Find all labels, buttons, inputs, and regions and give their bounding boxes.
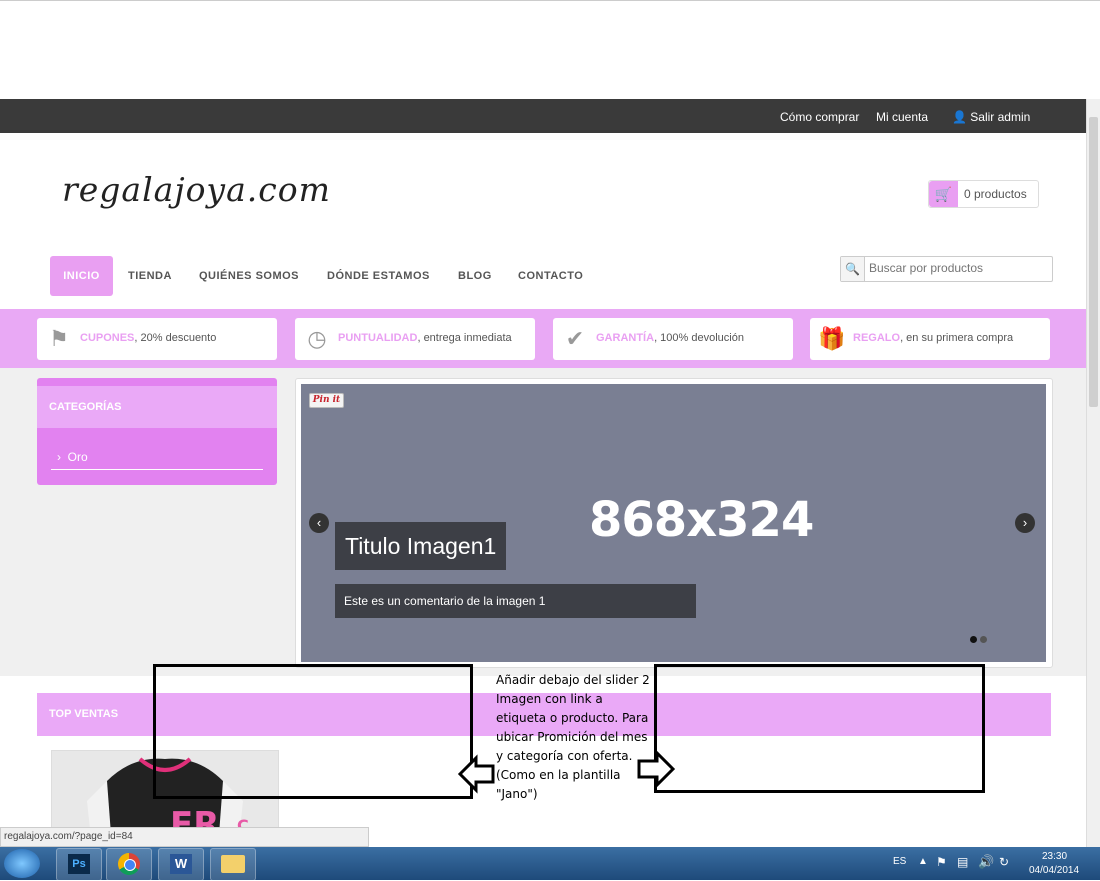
- chrome-icon: [118, 853, 140, 875]
- language-indicator[interactable]: ES: [893, 856, 906, 867]
- annotation-box-right: [654, 664, 985, 793]
- annotation-note: Añadir debajo del slider 2 Imagen con li…: [496, 673, 650, 801]
- tag-icon: ⚑: [49, 326, 69, 351]
- cart-icon: 🛒: [929, 181, 958, 207]
- explorer-taskbar-icon[interactable]: [210, 848, 256, 881]
- logout-link[interactable]: 👤 Salir admin: [952, 110, 1030, 124]
- search-box: 🔍: [840, 256, 1053, 282]
- promo-text: , 100% devolución: [654, 332, 744, 344]
- promo-cupones: ⚑ CUPONES, 20% descuento: [37, 318, 277, 360]
- search-icon[interactable]: 🔍: [841, 257, 865, 281]
- nav-tienda[interactable]: TIENDA: [128, 256, 172, 296]
- promo-highlight: GARANTÍA: [596, 332, 655, 344]
- word-icon: W: [170, 854, 192, 874]
- action-center-icon[interactable]: ⚑: [936, 855, 947, 869]
- categories-title: CATEGORÍAS: [49, 401, 122, 413]
- pin-it-button[interactable]: Pin it: [309, 393, 344, 408]
- promo-text: , en su primera compra: [900, 332, 1014, 344]
- how-to-buy-link[interactable]: Cómo comprar: [780, 110, 859, 124]
- cart-label: 0 productos: [964, 187, 1027, 201]
- nav-contacto[interactable]: CONTACTO: [518, 256, 583, 296]
- promo-text: , entrega inmediata: [417, 332, 512, 344]
- arrow-left-icon: [458, 754, 495, 794]
- image-slider[interactable]: Pin it 868x324 ‹ › Titulo Imagen1 Este e…: [301, 384, 1046, 662]
- my-account-link[interactable]: Mi cuenta: [876, 110, 928, 124]
- browser-top-area: [0, 0, 1100, 100]
- nav-quienes-somos[interactable]: QUIÉNES SOMOS: [199, 256, 299, 296]
- promo-highlight: PUNTUALIDAD: [338, 332, 418, 344]
- divider: [51, 469, 263, 470]
- start-button[interactable]: [4, 849, 40, 878]
- scrollbar[interactable]: [1086, 99, 1100, 847]
- slide-caption-title: Titulo Imagen1: [335, 522, 507, 570]
- category-item-oro[interactable]: › Oro: [57, 450, 88, 464]
- nav-inicio[interactable]: INICIO: [50, 256, 113, 296]
- cart-button[interactable]: 🛒 0 productos: [928, 180, 1039, 208]
- gift-icon: 🎁: [818, 326, 846, 351]
- annotation-box-left: [153, 664, 473, 799]
- clock-date[interactable]: 04/04/2014: [1029, 865, 1079, 876]
- sync-icon[interactable]: ↻: [999, 855, 1009, 869]
- top-bar: Cómo comprar Mi cuenta 👤 Salir admin: [0, 99, 1086, 133]
- checkmark-icon: ✔: [565, 326, 585, 351]
- status-bar-url: regalajoya.com/?page_id=84: [0, 827, 369, 847]
- logout-label: Salir admin: [970, 110, 1031, 124]
- promo-garantia: ✔ GARANTÍA, 100% devolución: [553, 318, 793, 360]
- photoshop-icon: Ps: [68, 854, 90, 874]
- photoshop-taskbar-icon[interactable]: Ps: [56, 848, 102, 881]
- chrome-taskbar-icon[interactable]: [106, 848, 152, 881]
- promo-highlight: REGALO: [853, 332, 901, 344]
- folder-icon: [221, 855, 245, 873]
- site-logo[interactable]: regalajoya.com: [62, 170, 331, 209]
- search-input[interactable]: [865, 257, 1053, 279]
- slider-dot-active[interactable]: [970, 636, 977, 643]
- slider-prev-icon[interactable]: ‹: [309, 513, 329, 533]
- promo-regalo: 🎁 REGALO, en su primera compra: [810, 318, 1050, 360]
- category-label: Oro: [67, 450, 88, 464]
- top-sales-title: TOP VENTAS: [49, 708, 119, 720]
- promo-puntualidad: ◷ PUNTUALIDAD, entrega inmediata: [295, 318, 535, 360]
- chevron-right-icon: ›: [57, 450, 61, 464]
- clock-icon: ◷: [307, 326, 327, 351]
- nav-donde-estamos[interactable]: DÓNDE ESTAMOS: [327, 256, 430, 296]
- slide-placeholder-size: 868x324: [589, 492, 814, 548]
- categories-panel: CATEGORÍAS › Oro: [37, 378, 277, 485]
- promo-highlight: CUPONES: [80, 332, 135, 344]
- slide-caption-text: Este es un comentario de la imagen 1: [335, 584, 696, 618]
- slider-dot[interactable]: [980, 636, 987, 643]
- clock-time[interactable]: 23:30: [1042, 851, 1067, 862]
- taskbar: Ps W ES ▲ ⚑ ▤ 🔊 ↻ 23:30 04/04/2014: [0, 847, 1100, 881]
- word-taskbar-icon[interactable]: W: [158, 848, 204, 881]
- nav-blog[interactable]: BLOG: [458, 256, 492, 296]
- user-icon: 👤: [952, 110, 967, 124]
- scrollbar-thumb[interactable]: [1089, 117, 1098, 407]
- slider-next-icon[interactable]: ›: [1015, 513, 1035, 533]
- network-icon[interactable]: ▤: [957, 855, 968, 869]
- tray-expand-icon[interactable]: ▲: [918, 856, 928, 867]
- promo-text: , 20% descuento: [134, 332, 217, 344]
- volume-icon[interactable]: 🔊: [978, 854, 994, 870]
- categories-header: CATEGORÍAS: [37, 386, 277, 428]
